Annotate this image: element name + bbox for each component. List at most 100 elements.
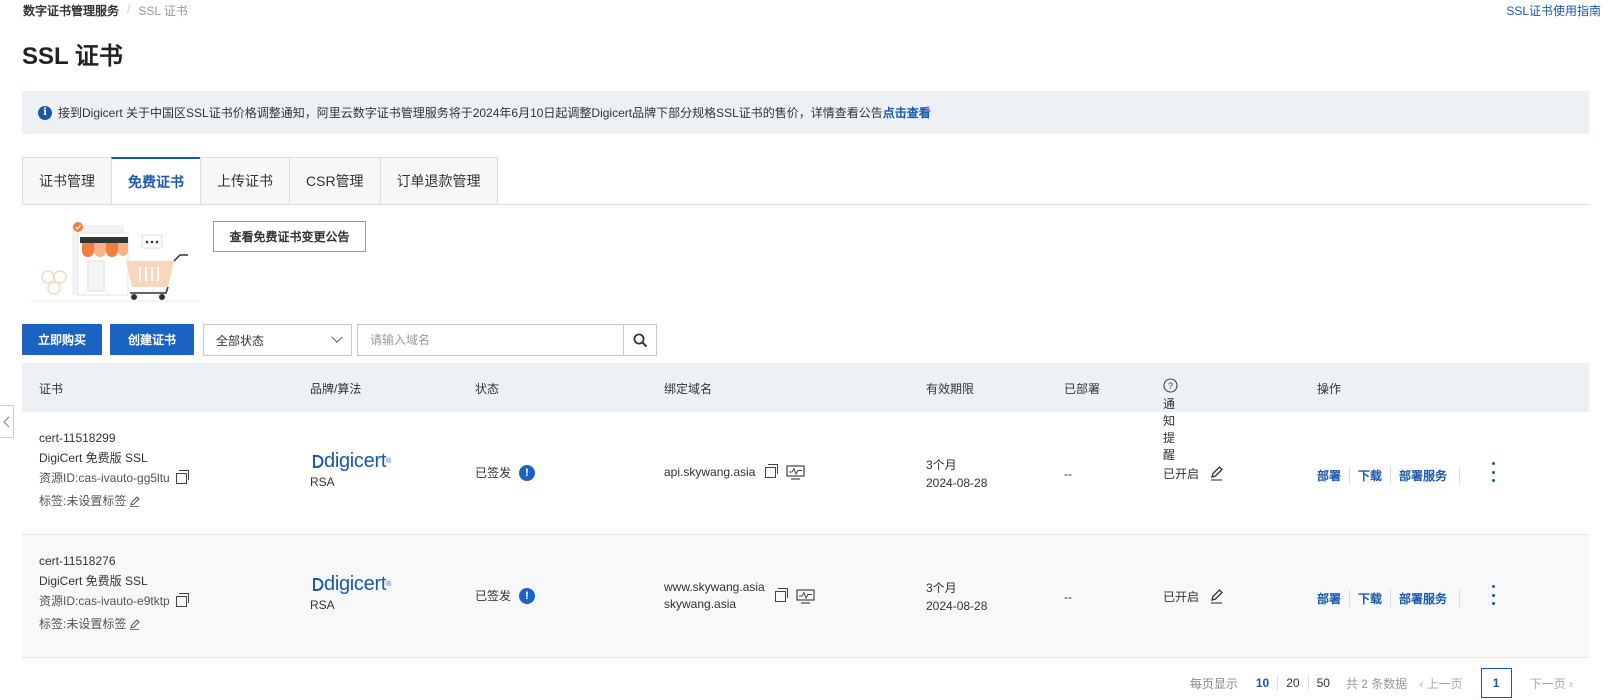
status-info-icon[interactable]: !: [519, 464, 536, 481]
domain-name: skywang.asia: [664, 597, 737, 611]
deploy-service-link[interactable]: 部署服务: [1391, 467, 1461, 484]
page-size-50[interactable]: 50: [1307, 676, 1338, 690]
prev-page-button[interactable]: ‹ 上一页: [1419, 675, 1462, 692]
page-size-label: 每页显示: [1189, 676, 1238, 691]
tab-cert-management[interactable]: 证书管理: [22, 157, 111, 205]
col-status: 状态: [475, 382, 500, 396]
deploy-service-link[interactable]: 部署服务: [1391, 590, 1461, 607]
cert-id: cert-11518299: [39, 431, 116, 445]
algorithm: RSA: [310, 598, 335, 612]
tab-upload-cert[interactable]: 上传证书: [200, 157, 289, 205]
copy-icon[interactable]: [175, 469, 189, 484]
download-link[interactable]: 下载: [1350, 590, 1392, 607]
ops-cell: 部署 下载 部署服务: [1317, 590, 1461, 607]
table-header: 证书 品牌/算法 状态 绑定域名 有效期限 已部署 通知提醒 ? 操作: [22, 363, 1589, 462]
algorithm: RSA: [310, 475, 335, 489]
table-row: cert-11518299 DigiCert 免费版 SSL 资源ID:cas-…: [22, 412, 1589, 535]
status-cell: 已签发 !: [475, 587, 536, 604]
page-size-20[interactable]: 20: [1277, 676, 1307, 690]
notify-cell: 已开启: [1163, 588, 1224, 605]
deploy-link[interactable]: 部署: [1317, 590, 1351, 607]
cert-name: DigiCert 免费版 SSL: [39, 451, 148, 465]
info-icon: i: [38, 105, 52, 120]
more-actions-icon[interactable]: [1489, 462, 1497, 482]
brand-cell: digicert ® RSA: [310, 450, 391, 489]
edit-icon[interactable]: [129, 618, 141, 630]
announcement-text: 接到Digicert 关于中国区SSL证书价格调整通知，阿里云数字证书管理服务将…: [58, 106, 883, 120]
edit-icon[interactable]: [1209, 589, 1224, 604]
buy-now-button[interactable]: 立即购买: [22, 324, 102, 355]
brand-cell: digicert ® RSA: [310, 573, 391, 612]
announcement-link[interactable]: 点击查看: [883, 104, 931, 121]
cert-id: cert-11518276: [39, 554, 116, 568]
search-icon: [633, 333, 647, 347]
download-link[interactable]: 下载: [1350, 467, 1392, 484]
domain-name: api.skywang.asia: [664, 465, 756, 479]
resource-id: 资源ID:cas-ivauto-gg5ltu: [39, 468, 189, 488]
validity-date: 2024-08-28: [926, 599, 988, 613]
col-ops: 操作: [1317, 382, 1342, 396]
notify-status: 已开启: [1163, 590, 1200, 604]
status-info-icon[interactable]: !: [519, 587, 536, 604]
tag-line: 标签:未设置标签: [39, 614, 187, 634]
resource-id-text: 资源ID:cas-ivauto-e9tktp: [39, 594, 170, 608]
tab-free-cert[interactable]: 免费证书: [111, 157, 200, 205]
tag-line: 标签:未设置标签: [39, 491, 187, 511]
chevron-left-icon: [2, 416, 9, 427]
domain-name: www.skywang.asia: [664, 580, 765, 594]
col-domain: 绑定域名: [664, 382, 713, 396]
resource-id-text: 资源ID:cas-ivauto-gg5ltu: [39, 471, 170, 485]
validity-period: 3个月: [926, 458, 957, 472]
status-select[interactable]: 全部状态: [203, 324, 352, 356]
copy-icon[interactable]: [765, 464, 779, 478]
free-cert-notice-button[interactable]: 查看免费证书变更公告: [213, 221, 366, 252]
validity-period: 3个月: [926, 581, 957, 595]
cert-table: 证书 品牌/算法 状态 绑定域名 有效期限 已部署 通知提醒 ? 操作 cert…: [22, 363, 1589, 658]
validity-date: 2024-08-28: [926, 476, 988, 490]
tag-text: 标签:未设置标签: [39, 494, 127, 508]
sidebar-collapse-handle[interactable]: [0, 405, 14, 438]
breadcrumb-separator: /: [127, 2, 131, 16]
svg-text:?: ?: [1168, 381, 1173, 391]
tab-divider: [22, 204, 1589, 205]
col-validity: 有效期限: [926, 382, 975, 396]
deployed-cell: --: [1064, 590, 1072, 604]
domain-cell: api.skywang.asia: [664, 464, 805, 481]
notify-status: 已开启: [1163, 467, 1200, 481]
col-cert: 证书: [39, 382, 64, 396]
monitor-icon[interactable]: [786, 465, 805, 480]
table-row: cert-11518276 DigiCert 免费版 SSL 资源ID:cas-…: [22, 535, 1589, 658]
status-text: 已签发: [475, 589, 512, 603]
deploy-link[interactable]: 部署: [1317, 467, 1351, 484]
search-button[interactable]: [623, 324, 657, 356]
current-page[interactable]: 1: [1480, 668, 1512, 698]
breadcrumb-current: SSL 证书: [138, 4, 188, 18]
ssl-guide-link[interactable]: SSL证书使用指南: [1506, 2, 1601, 19]
copy-icon[interactable]: [774, 587, 788, 602]
digicert-logo: digicert ®: [310, 573, 391, 596]
next-page-button[interactable]: 下一页 ›: [1530, 675, 1573, 692]
ops-cell: 部署 下载 部署服务: [1317, 467, 1461, 484]
edit-icon[interactable]: [1209, 466, 1224, 481]
chevron-down-icon: [331, 331, 343, 343]
tag-text: 标签:未设置标签: [39, 617, 127, 631]
page-size-10[interactable]: 10: [1248, 676, 1277, 690]
page-title: SSL 证书: [22, 43, 123, 70]
tab-order-refund[interactable]: 订单退款管理: [379, 157, 498, 205]
help-icon[interactable]: ?: [1163, 378, 1178, 393]
breadcrumb: 数字证书管理服务 / SSL 证书: [23, 2, 188, 19]
breadcrumb-root[interactable]: 数字证书管理服务: [23, 2, 119, 19]
copy-icon[interactable]: [175, 592, 189, 607]
domain-search-input[interactable]: [357, 324, 624, 356]
validity-cell: 3个月 2024-08-28: [926, 579, 987, 615]
cert-cell: cert-11518276 DigiCert 免费版 SSL 资源ID:cas-…: [39, 551, 189, 634]
edit-icon[interactable]: [129, 495, 141, 507]
more-actions-icon[interactable]: [1489, 585, 1497, 605]
create-cert-button[interactable]: 创建证书: [110, 324, 194, 355]
cert-cell: cert-11518299 DigiCert 免费版 SSL 资源ID:cas-…: [39, 428, 189, 511]
digicert-logo: digicert ®: [310, 450, 391, 473]
monitor-icon[interactable]: [796, 588, 815, 604]
tab-csr-management[interactable]: CSR管理: [289, 157, 380, 205]
shop-illustration: [30, 222, 200, 302]
col-notify: 通知提醒 ?: [1163, 378, 1178, 462]
